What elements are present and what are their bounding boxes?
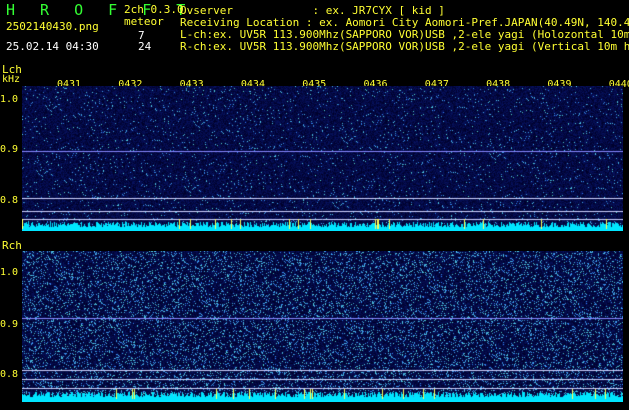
hroft-window: H R O F F T 2ch 0.3.0 meteor 2502140430.… [0, 0, 629, 410]
lch-spectrogram [22, 86, 623, 231]
rch-label: Rch [2, 239, 22, 252]
rch-spectrogram [22, 251, 623, 402]
khz-unit-label: kHz [2, 74, 21, 85]
y-tick-label: 1.0 [0, 94, 19, 105]
meteor-label: meteor [124, 15, 164, 28]
version-label: 2ch 0.3.0 [124, 3, 184, 16]
y-tick-label: 0.9 [0, 319, 19, 330]
y-tick-label: 0.8 [0, 369, 19, 380]
filename-label: 2502140430.png [6, 20, 99, 33]
rch-info: R-ch:ex. UV5R 113.900Mhz(SAPPORO VOR)USB… [180, 40, 629, 53]
location-info: Receiving Location : ex. Aomori City Aom… [180, 16, 629, 29]
y-tick-label: 0.9 [0, 144, 19, 155]
y-tick-label: 1.0 [0, 267, 19, 278]
datetime-label: 25.02.14 04:30 [6, 40, 99, 53]
y-tick-label: 0.8 [0, 195, 19, 206]
observer-info: Ovserver : ex. JR7CYX [ kid ] [180, 4, 445, 17]
rch-meteor-count: 24 [138, 40, 152, 53]
lch-info: L-ch:ex. UV5R 113.900Mhz(SAPPORO VOR)USB… [180, 28, 629, 41]
